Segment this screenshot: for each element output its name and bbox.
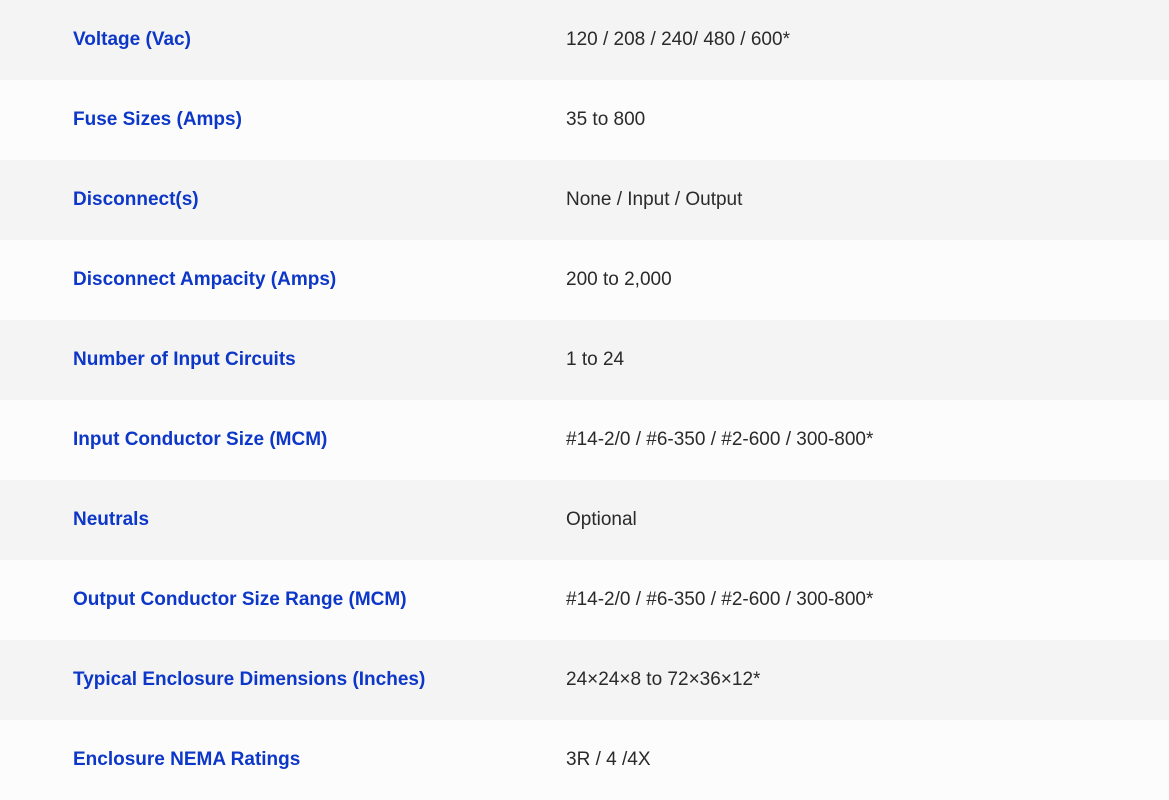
- spec-row-voltage: Voltage (Vac) 120 / 208 / 240/ 480 / 600…: [0, 0, 1169, 80]
- spec-label: Input Conductor Size (MCM): [73, 429, 328, 450]
- spec-label: Typical Enclosure Dimensions (Inches): [73, 669, 426, 690]
- spec-value: #14-2/0 / #6-350 / #2-600 / 300-800*: [566, 589, 874, 610]
- spec-label: Fuse Sizes (Amps): [73, 109, 242, 130]
- spec-row-nema-ratings: Enclosure NEMA Ratings 3R / 4 /4X: [0, 720, 1169, 800]
- spec-label: Enclosure NEMA Ratings: [73, 749, 301, 770]
- spec-row-fuse-sizes: Fuse Sizes (Amps) 35 to 800: [0, 80, 1169, 160]
- spec-row-neutrals: Neutrals Optional: [0, 480, 1169, 560]
- spec-row-input-circuits: Number of Input Circuits 1 to 24: [0, 320, 1169, 400]
- spec-value: Optional: [566, 509, 637, 530]
- spec-label: Neutrals: [73, 509, 150, 530]
- spec-row-enclosure-dimensions: Typical Enclosure Dimensions (Inches) 24…: [0, 640, 1169, 720]
- spec-table: Voltage (Vac) 120 / 208 / 240/ 480 / 600…: [0, 0, 1169, 800]
- spec-value: 200 to 2,000: [566, 269, 672, 290]
- spec-label: Number of Input Circuits: [73, 349, 296, 370]
- spec-row-output-conductor-size: Output Conductor Size Range (MCM) #14-2/…: [0, 560, 1169, 640]
- spec-value: 3R / 4 /4X: [566, 749, 651, 770]
- spec-value: 35 to 800: [566, 109, 646, 130]
- spec-label: Output Conductor Size Range (MCM): [73, 589, 407, 610]
- spec-label: Disconnect(s): [73, 189, 199, 210]
- spec-label: Voltage (Vac): [73, 29, 191, 50]
- spec-row-disconnects: Disconnect(s) None / Input / Output: [0, 160, 1169, 240]
- spec-value: 24×24×8 to 72×36×12*: [566, 669, 761, 690]
- spec-value: None / Input / Output: [566, 189, 743, 210]
- spec-value: 120 / 208 / 240/ 480 / 600*: [566, 29, 790, 50]
- spec-row-disconnect-ampacity: Disconnect Ampacity (Amps) 200 to 2,000: [0, 240, 1169, 320]
- spec-value: 1 to 24: [566, 349, 625, 370]
- spec-label: Disconnect Ampacity (Amps): [73, 269, 337, 290]
- spec-value: #14-2/0 / #6-350 / #2-600 / 300-800*: [566, 429, 874, 450]
- spec-row-input-conductor-size: Input Conductor Size (MCM) #14-2/0 / #6-…: [0, 400, 1169, 480]
